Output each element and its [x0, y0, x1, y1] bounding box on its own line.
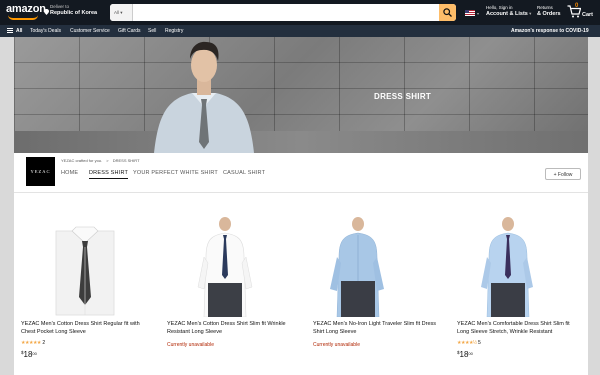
cart-icon[interactable]: [567, 5, 581, 18]
nav-all[interactable]: All: [16, 28, 22, 34]
product-rating[interactable]: ★★★★½ 5: [457, 340, 481, 346]
breadcrumb-home[interactable]: YEZAC crafted for you.: [61, 158, 102, 163]
cart-label[interactable]: Cart: [582, 12, 593, 18]
search-category-dropdown[interactable]: All ▾: [110, 4, 133, 21]
tab-casual-shirt[interactable]: CASUAL SHIRT: [223, 170, 265, 176]
product-grid: YEZAC Men's Cotton Dress Shirt Regular f…: [14, 202, 588, 372]
search-bar: All ▾: [110, 4, 456, 21]
review-count: 2: [42, 340, 46, 346]
tab-your-perfect-white-shirt[interactable]: YOUR PERFECT WHITE SHIRT: [133, 170, 218, 176]
nav-todays-deals[interactable]: Today's Deals: [30, 28, 61, 34]
product-price: $1800: [21, 350, 37, 359]
product-image[interactable]: [450, 217, 580, 317]
product-price: $1800: [457, 350, 473, 359]
product-image[interactable]: [14, 217, 144, 317]
product-rating[interactable]: ★★★★★ 2: [21, 340, 45, 346]
deliver-to[interactable]: Deliver to Republic of Korea: [44, 4, 98, 16]
brand-logo[interactable]: YEZAC: [26, 157, 55, 186]
nav-sell[interactable]: Sell: [148, 28, 156, 34]
location-pin-icon: [44, 9, 49, 15]
product-card[interactable]: YEZAC Men's Cotton Dress Shirt Regular f…: [14, 202, 144, 372]
product-title[interactable]: YEZAC Men's Cotton Dress Shirt Regular f…: [21, 320, 146, 336]
top-header: amazon Deliver to Republic of Korea All …: [0, 0, 600, 25]
price-fraction: 00: [468, 351, 473, 356]
tab-dress-shirt[interactable]: DRESS SHIRT: [89, 170, 129, 179]
star-rating-icon: ★★★★½: [457, 340, 477, 346]
nav-covid-response[interactable]: Amazon's response to COVID-19: [511, 28, 589, 34]
orders-label: & Orders: [537, 11, 561, 17]
logo-smile-icon: [8, 15, 38, 20]
breadcrumb-current: DRESS SHIRT: [112, 158, 140, 163]
search-button[interactable]: [439, 4, 456, 21]
tab-home[interactable]: HOME: [61, 170, 78, 176]
chevron-down-icon: ▾: [477, 11, 480, 16]
product-image[interactable]: [306, 217, 436, 317]
breadcrumb: YEZAC crafted for you. > DRESS SHIRT: [61, 158, 143, 163]
account-label: Account & Lists: [486, 11, 528, 17]
hero-model-image: [154, 41, 254, 153]
product-image[interactable]: [160, 217, 290, 317]
amazon-logo[interactable]: amazon: [6, 3, 46, 20]
nav-gift-cards[interactable]: Gift Cards: [118, 28, 141, 34]
price-fraction: 00: [32, 351, 37, 356]
product-card[interactable]: YEZAC Men's No-Iron Light Traveler Slim …: [306, 202, 436, 372]
product-title[interactable]: YEZAC Men's Cotton Dress Shirt Slim fit …: [167, 320, 292, 336]
deliver-location: Republic of Korea: [50, 10, 98, 16]
nav-customer-service[interactable]: Customer Service: [70, 28, 110, 34]
product-title[interactable]: YEZAC Men's No-Iron Light Traveler Slim …: [313, 320, 438, 336]
availability-status: Currently unavailable: [167, 342, 214, 348]
returns-orders[interactable]: Returns & Orders: [537, 5, 561, 17]
star-rating-icon: ★★★★★: [21, 340, 41, 346]
hamburger-menu-icon[interactable]: [7, 28, 13, 33]
breadcrumb-separator: >: [106, 158, 109, 163]
us-flag-icon[interactable]: [465, 10, 475, 16]
brand-bar: YEZAC YEZAC crafted for you. > DRESS SHI…: [14, 153, 588, 193]
store-page: DRESS SHIRT YEZAC YEZAC crafted for you.…: [14, 37, 588, 375]
product-card[interactable]: YEZAC Men's Comfortable Dress Shirt Slim…: [450, 202, 580, 372]
availability-status: Currently unavailable: [313, 342, 360, 348]
search-category-label: All: [114, 10, 120, 15]
product-title[interactable]: YEZAC Men's Comfortable Dress Shirt Slim…: [457, 320, 582, 336]
product-card[interactable]: YEZAC Men's Cotton Dress Shirt Slim fit …: [160, 202, 290, 372]
logo-text: amazon: [6, 3, 46, 15]
account-lists[interactable]: Hello, Sign in Account & Lists ▾: [486, 5, 531, 17]
nav-registry[interactable]: Registry: [165, 28, 183, 34]
cart-count: 0: [575, 3, 579, 9]
nav-bar: All Today's Deals Customer Service Gift …: [0, 25, 600, 37]
follow-button[interactable]: + Follow: [545, 168, 581, 180]
hero-banner: DRESS SHIRT: [14, 37, 588, 153]
hero-floor: [14, 131, 588, 153]
review-count: 5: [478, 340, 481, 346]
search-icon: [443, 8, 452, 17]
hero-title: DRESS SHIRT: [374, 92, 432, 101]
